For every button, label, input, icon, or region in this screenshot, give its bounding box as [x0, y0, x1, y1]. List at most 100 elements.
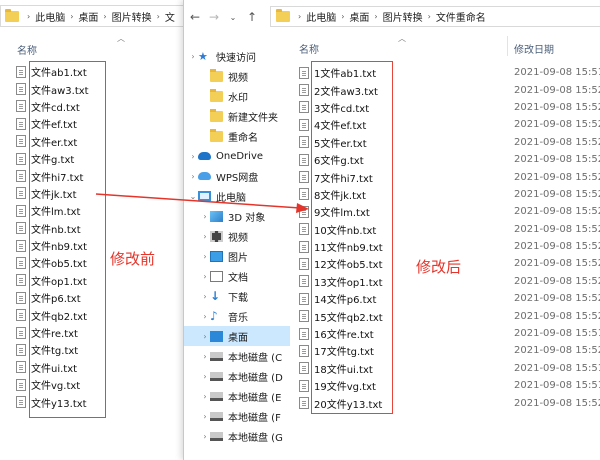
- text-file-icon: [299, 257, 309, 270]
- text-file-icon: [299, 223, 309, 236]
- column-header-name[interactable]: 名称: [17, 42, 37, 57]
- nav-item[interactable]: › 本地磁盘 (F: [184, 406, 290, 426]
- back-arrow-icon[interactable]: ←: [187, 10, 203, 24]
- modified-date: 2021-09-08 15:52: [514, 119, 600, 131]
- modified-date: 2021-09-08 15:52: [514, 293, 600, 305]
- nav-item[interactable]: › OneDrive: [184, 146, 290, 166]
- annotation-before: 修改前: [110, 250, 156, 268]
- chevron-icon[interactable]: ›: [200, 412, 210, 421]
- text-file-icon: [299, 84, 309, 97]
- nav-item-label: 音乐: [228, 312, 248, 324]
- text-file-icon: [16, 117, 26, 130]
- modified-date: 2021-09-08 15:52: [514, 136, 600, 148]
- modified-date: 2021-09-08 15:52: [514, 188, 600, 200]
- modified-date: 2021-09-08 15:52: [514, 206, 600, 218]
- text-file-icon: [299, 362, 309, 375]
- nav-item[interactable]: › 视频: [184, 226, 290, 246]
- modified-date: 2021-09-08 15:52: [514, 171, 600, 183]
- nav-item[interactable]: › 文档: [184, 266, 290, 286]
- chevron-icon[interactable]: ›: [200, 232, 210, 241]
- nav-item-label: 本地磁盘 (E: [228, 392, 282, 404]
- nav-item-label: OneDrive: [216, 150, 264, 162]
- breadcrumb-item[interactable]: 此电脑: [306, 9, 336, 24]
- forward-arrow-icon[interactable]: →: [206, 10, 222, 24]
- nav-item-label: 视频: [228, 72, 248, 84]
- chevron-icon[interactable]: ›: [200, 352, 210, 361]
- nav-item[interactable]: › 图片: [184, 246, 290, 266]
- text-file-icon: [16, 291, 26, 304]
- breadcrumb-item[interactable]: 文件重命名: [436, 9, 486, 24]
- chevron-icon[interactable]: ›: [188, 52, 198, 61]
- chevron-right-icon: ›: [298, 12, 302, 21]
- column-divider[interactable]: [507, 36, 508, 56]
- nav-item[interactable]: ⌄ 此电脑: [184, 186, 290, 206]
- breadcrumb-item[interactable]: 图片转换: [383, 9, 423, 24]
- nav-item-label: 本地磁盘 (C: [228, 352, 283, 364]
- drive-icon: [210, 431, 223, 441]
- nav-item[interactable]: › 桌面: [184, 326, 290, 346]
- nav-item[interactable]: 视频: [184, 66, 290, 86]
- chevron-icon[interactable]: ⌄: [188, 192, 198, 201]
- nav-item[interactable]: › WPS网盘: [184, 166, 290, 186]
- text-file-icon: [16, 100, 26, 113]
- chevron-icon[interactable]: ›: [200, 432, 210, 441]
- column-header-date[interactable]: 修改日期: [514, 41, 554, 56]
- nav-item[interactable]: 重命名: [184, 126, 290, 146]
- chevron-icon[interactable]: ›: [200, 312, 210, 321]
- modified-date: 2021-09-08 15:52: [514, 101, 600, 113]
- nav-item[interactable]: 水印: [184, 86, 290, 106]
- chevron-icon[interactable]: ›: [188, 152, 198, 161]
- modified-date: 2021-09-08 15:52: [514, 258, 600, 270]
- modified-date: 2021-09-08 15:52: [514, 345, 600, 357]
- text-file-icon: [16, 222, 26, 235]
- chevron-icon[interactable]: ›: [200, 292, 210, 301]
- chevron-right-icon: ›: [427, 12, 431, 21]
- breadcrumb-item[interactable]: 桌面: [78, 9, 98, 24]
- nav-item[interactable]: › 本地磁盘 (C: [184, 346, 290, 366]
- nav-item[interactable]: › ↓ 下载: [184, 286, 290, 306]
- modified-date: 2021-09-08 15:51: [514, 328, 600, 340]
- sort-up-icon: ︿: [398, 34, 406, 43]
- nav-item-label: 水印: [228, 92, 248, 104]
- up-arrow-icon[interactable]: ↑: [244, 10, 260, 24]
- column-header-name[interactable]: 名称: [299, 41, 319, 56]
- chevron-icon[interactable]: ›: [188, 172, 198, 181]
- text-file-icon: [299, 379, 309, 392]
- nav-item[interactable]: › 本地磁盘 (E: [184, 386, 290, 406]
- text-file-icon: [299, 292, 309, 305]
- chevron-icon[interactable]: ›: [200, 392, 210, 401]
- nav-item[interactable]: › 3D 对象: [184, 206, 290, 226]
- highlight-box-before: [29, 61, 106, 418]
- folder-icon: [210, 108, 223, 122]
- 3d-objects-icon: [210, 210, 223, 222]
- address-bar-after[interactable]: › 此电脑 › 桌面 › 图片转换 › 文件重命名: [270, 6, 600, 27]
- chevron-icon[interactable]: ›: [200, 252, 210, 261]
- breadcrumb-item[interactable]: 桌面: [349, 9, 369, 24]
- text-file-icon: [299, 310, 309, 323]
- folder-icon: [210, 88, 223, 102]
- text-file-icon: [16, 309, 26, 322]
- text-file-icon: [299, 136, 309, 149]
- chevron-icon[interactable]: ›: [200, 372, 210, 381]
- nav-item[interactable]: › ♪ 音乐: [184, 306, 290, 326]
- chevron-icon[interactable]: ›: [200, 332, 210, 341]
- modified-date: 2021-09-08 15:52: [514, 241, 600, 253]
- chevron-right-icon: ›: [103, 11, 107, 21]
- nav-item-label: 新建文件夹: [228, 112, 278, 124]
- chevron-icon[interactable]: ›: [200, 212, 210, 221]
- breadcrumb-item[interactable]: 文: [165, 9, 175, 24]
- folder-icon: [5, 8, 19, 22]
- nav-item-label: 重命名: [228, 132, 258, 144]
- breadcrumb-item[interactable]: 图片转换: [112, 9, 152, 24]
- nav-item[interactable]: › 本地磁盘 (D: [184, 366, 290, 386]
- chevron-down-icon[interactable]: ⌄: [225, 13, 241, 22]
- address-bar-before[interactable]: › 此电脑 › 桌面 › 图片转换 › 文: [0, 5, 186, 27]
- chevron-icon[interactable]: ›: [200, 272, 210, 281]
- nav-item[interactable]: › ★ 快速访问: [184, 46, 290, 66]
- nav-item[interactable]: › 本地磁盘 (G: [184, 426, 290, 446]
- text-file-icon: [16, 326, 26, 339]
- folder-icon: [276, 9, 290, 22]
- nav-item[interactable]: 新建文件夹: [184, 106, 290, 126]
- explorer-window-before: › 此电脑 › 桌面 › 图片转换 › 文 ︿ 名称 文件ab1.txt 文件aw…: [0, 0, 186, 460]
- breadcrumb-item[interactable]: 此电脑: [35, 9, 65, 24]
